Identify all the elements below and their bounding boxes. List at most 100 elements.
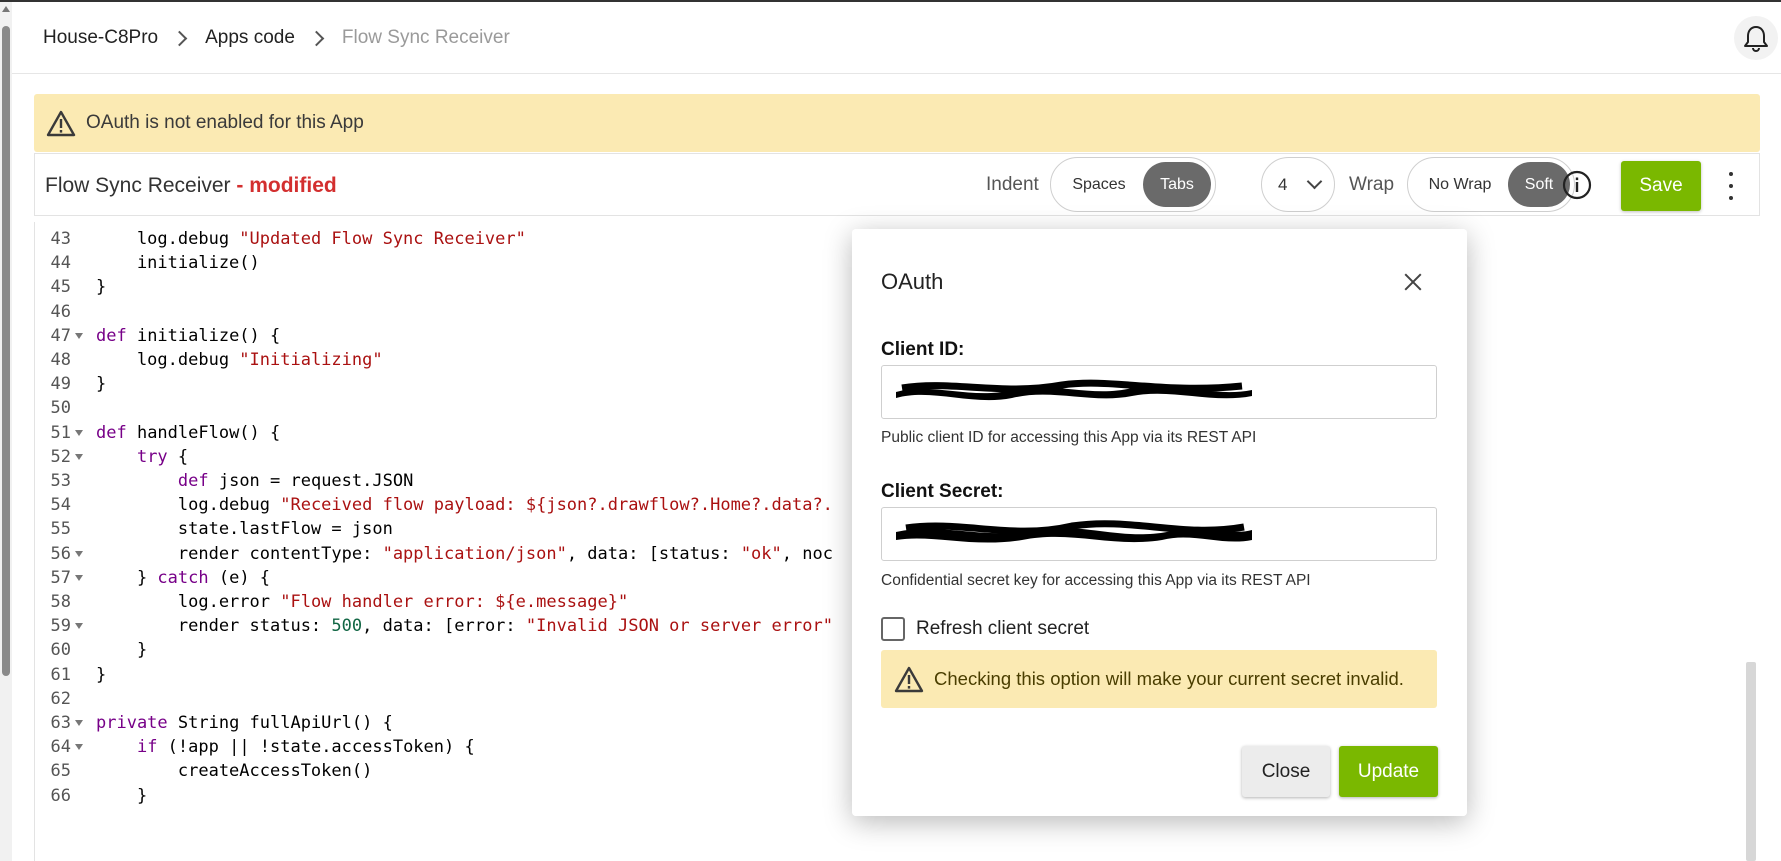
breadcrumb: House-C8Pro Apps code Flow Sync Receiver [43, 27, 510, 49]
wrap-nowrap-option[interactable]: No Wrap [1412, 162, 1508, 207]
line-number: 58 [50, 592, 71, 612]
breadcrumb-apps-code[interactable]: Apps code [205, 27, 295, 49]
top-header: House-C8Pro Apps code Flow Sync Receiver [12, 2, 1781, 74]
warning-triangle-icon [894, 666, 924, 693]
info-button[interactable] [1562, 170, 1592, 200]
close-icon[interactable] [1401, 270, 1425, 294]
line-number: 48 [50, 350, 71, 370]
line-number: 65 [50, 761, 71, 782]
chevron-right-icon [171, 30, 188, 46]
indent-label: Indent [986, 174, 1039, 195]
code-text: render contentType: "application/json", … [96, 543, 833, 564]
fold-toggle-icon[interactable] [75, 720, 83, 726]
line-number: 50 [50, 398, 71, 419]
wrap-soft-option[interactable]: Soft [1508, 162, 1570, 207]
wrap-toggle: No Wrap Soft [1407, 157, 1575, 212]
client-id-help: Public client ID for accessing this App … [881, 429, 1257, 446]
fold-toggle-icon[interactable] [75, 453, 83, 460]
close-button[interactable]: Close [1242, 746, 1330, 797]
indent-spaces-option[interactable]: Spaces [1055, 162, 1143, 207]
code-text: } [96, 664, 107, 685]
breadcrumb-current-app: Flow Sync Receiver [341, 27, 510, 48]
code-text: log.debug "Initializing" [96, 350, 383, 370]
oauth-disabled-banner: OAuth is not enabled for this App [34, 94, 1760, 152]
line-number: 46 [50, 301, 71, 322]
client-secret-label: Client Secret: [881, 481, 1004, 502]
oauth-dialog: OAuth Client ID: Public client ID for ac… [852, 229, 1467, 816]
notifications-button[interactable] [1734, 16, 1778, 60]
indent-size-value: 4 [1278, 174, 1288, 194]
line-number: 47 [50, 325, 71, 346]
code-text: log.debug "Received flow payload: ${json… [96, 495, 833, 516]
line-number: 66 [50, 785, 71, 806]
fold-toggle-icon[interactable] [75, 623, 83, 630]
code-text: initialize() [96, 253, 260, 274]
banner-text: OAuth is not enabled for this App [86, 112, 364, 133]
page-scrollbar[interactable] [0, 2, 12, 861]
code-text: } catch (e) { [96, 567, 271, 588]
redaction-scribble [896, 520, 1252, 543]
fold-toggle-icon[interactable] [75, 332, 83, 339]
editor-toolbar: Flow Sync Receiver - modified Indent Spa… [34, 153, 1760, 216]
line-number: 56 [50, 543, 71, 564]
line-number: 54 [50, 495, 71, 516]
code-text: render status: 500, data: [error: "Inval… [96, 616, 833, 637]
indent-toggle: Spaces Tabs [1050, 157, 1216, 212]
fold-toggle-icon[interactable] [75, 550, 83, 557]
breadcrumb-hub[interactable]: House-C8Pro [43, 27, 158, 49]
modified-indicator: - modified [230, 174, 337, 197]
wrap-label: Wrap [1349, 174, 1395, 195]
line-number: 44 [50, 253, 71, 274]
code-text: def json = request.JSON [177, 471, 414, 491]
client-secret-field[interactable] [881, 507, 1437, 561]
save-button[interactable]: Save [1621, 161, 1701, 211]
line-number: 43 [50, 229, 71, 249]
line-number: 62 [50, 688, 71, 709]
code-text: log.debug "Updated Flow Sync Receiver" [96, 229, 526, 249]
line-number: 51 [50, 422, 71, 443]
refresh-secret-checkbox[interactable] [881, 617, 905, 641]
line-number: 59 [50, 616, 71, 637]
client-secret-help: Confidential secret key for accessing th… [881, 572, 1311, 589]
line-number: 64 [50, 737, 71, 758]
client-id-label: Client ID: [881, 339, 965, 360]
fold-toggle-icon[interactable] [75, 429, 83, 436]
code-text: private String fullApiUrl() { [96, 713, 393, 733]
chevron-right-icon [308, 30, 325, 46]
indent-size-select[interactable]: 4 [1261, 157, 1335, 212]
line-number: 45 [50, 277, 71, 298]
code-text: state.lastFlow = json [96, 519, 393, 540]
code-text: try { [136, 446, 189, 467]
code-text: } [96, 374, 107, 395]
line-number: 57 [50, 567, 71, 588]
editor-scrollbar-thumb[interactable] [1746, 662, 1756, 861]
dialog-title: OAuth [881, 269, 944, 294]
code-text: def initialize() { [96, 325, 281, 346]
refresh-warning: Checking this option will make your curr… [881, 650, 1437, 708]
refresh-secret-row: Refresh client secret [881, 617, 1089, 641]
indent-tabs-option[interactable]: Tabs [1143, 162, 1211, 207]
line-number: 61 [50, 664, 71, 685]
fold-toggle-icon[interactable] [75, 744, 83, 751]
code-text: } [96, 640, 148, 661]
redaction-scribble [896, 379, 1252, 401]
kebab-menu-icon[interactable] [1721, 172, 1741, 200]
refresh-warning-text: Checking this option will make your curr… [934, 668, 1404, 689]
scroll-up-arrow-icon[interactable] [2, 6, 10, 12]
code-text: } [96, 785, 148, 806]
code-text: if (!app || !state.accessToken) { [136, 737, 475, 758]
line-number: 52 [50, 446, 71, 467]
line-number: 49 [50, 374, 71, 395]
client-id-field[interactable] [881, 365, 1437, 419]
line-number: 63 [50, 713, 71, 733]
file-title: Flow Sync Receiver - modified [45, 174, 337, 198]
update-button[interactable]: Update [1339, 746, 1438, 797]
fold-toggle-icon[interactable] [75, 574, 83, 581]
line-number: 60 [50, 640, 71, 661]
code-text: } [96, 277, 107, 298]
page-scrollbar-thumb[interactable] [2, 26, 10, 676]
info-circle-icon [1562, 170, 1592, 200]
line-number: 53 [50, 471, 71, 491]
code-text: log.error "Flow handler error: ${e.messa… [96, 592, 629, 612]
refresh-secret-label[interactable]: Refresh client secret [916, 618, 1089, 640]
